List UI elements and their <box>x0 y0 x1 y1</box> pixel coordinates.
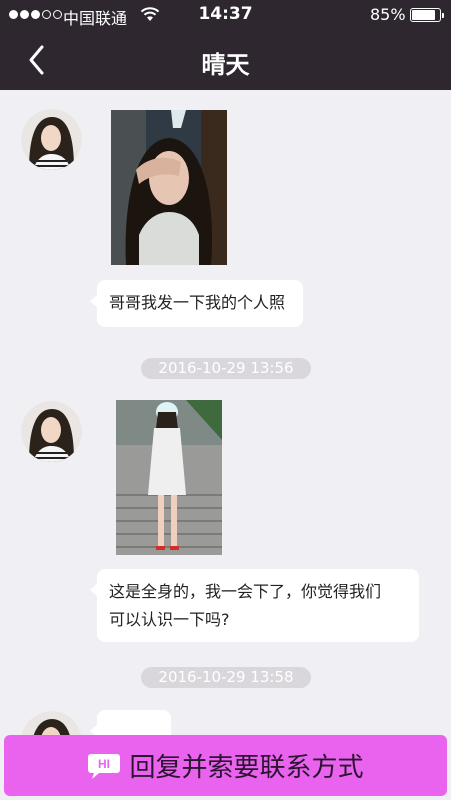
chat-title: 晴天 <box>201 51 250 79</box>
message-bubble: 这是全身的，我一会下了，你觉得我们 可以认识一下吗? <box>90 569 419 642</box>
navigation-bar: 晴天 <box>0 30 451 90</box>
reply-request-contact-label: 回复并索要联系方式 <box>129 753 364 783</box>
message-bubble: 哥哥我发一下我的个人照 <box>90 280 303 327</box>
message-text: 哥哥我发一下我的个人照 <box>109 293 286 312</box>
battery-percentage: 85% <box>370 5 406 24</box>
battery-icon <box>410 8 444 22</box>
message-text-line: 可以认识一下吗? <box>109 610 230 629</box>
message-text-line: 这是全身的，我一会下了，你觉得我们 <box>109 582 382 601</box>
svg-text:HI: HI <box>98 757 110 771</box>
timestamp-divider: 2016-10-29 13:58 <box>141 667 311 688</box>
reply-request-contact-button[interactable]: HI 回复并索要联系方式 <box>4 735 447 796</box>
chat-bubble-icon: HI <box>87 752 121 780</box>
contact-avatar[interactable] <box>21 109 82 170</box>
shared-photo-2[interactable] <box>116 400 222 555</box>
status-bar: 中国联通 14:37 85% <box>0 0 451 30</box>
timestamp-divider: 2016-10-29 13:56 <box>141 358 311 379</box>
contact-avatar[interactable] <box>21 401 82 462</box>
shared-photo-1[interactable] <box>111 110 227 265</box>
